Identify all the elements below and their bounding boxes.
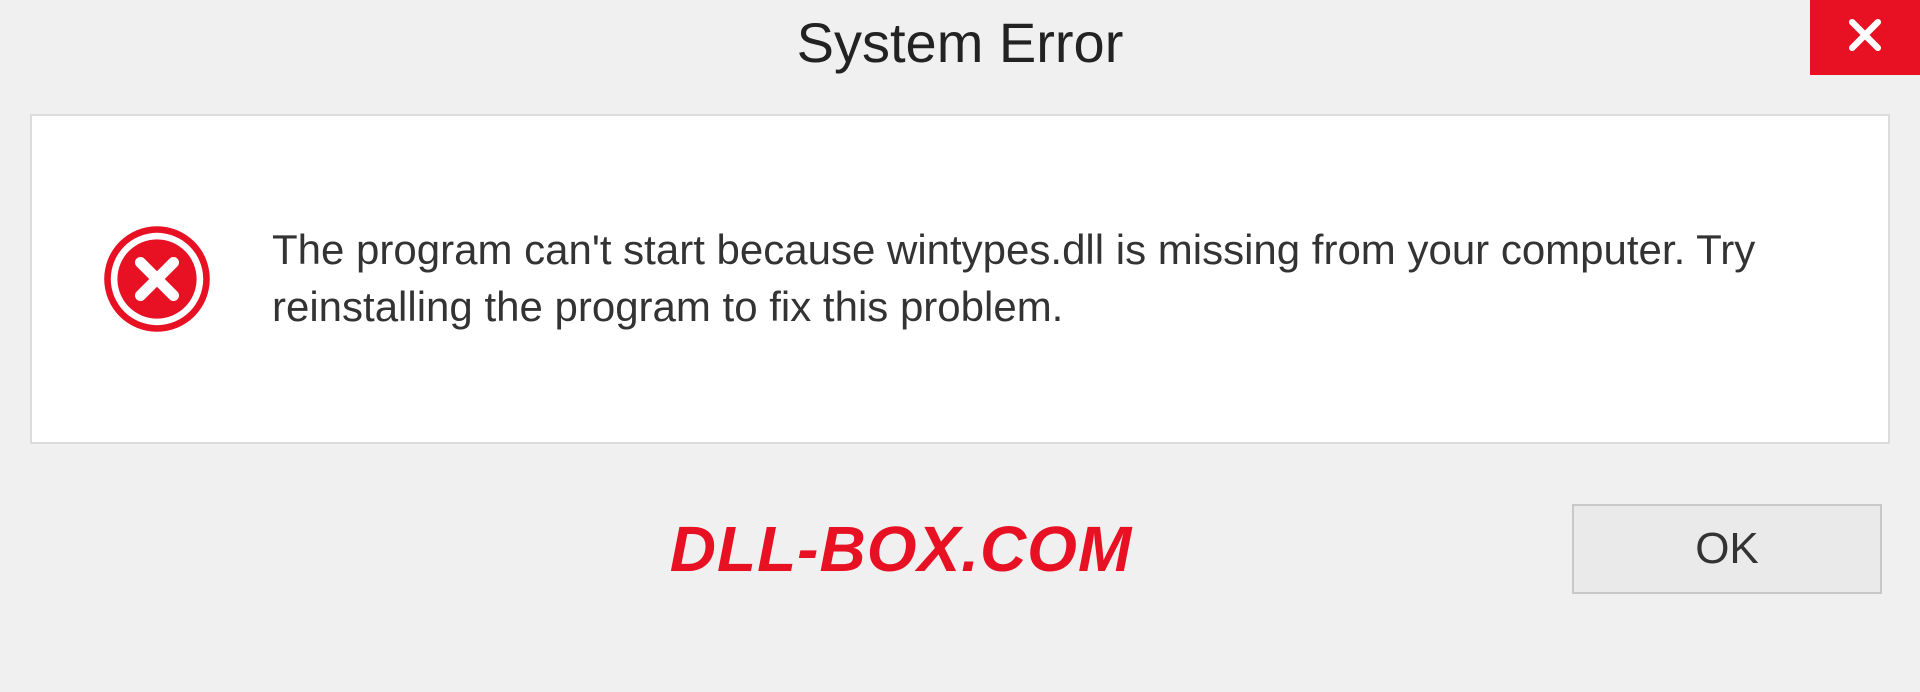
watermark-text: DLL-BOX.COM	[670, 512, 1133, 586]
ok-button-label: OK	[1695, 524, 1759, 574]
ok-button[interactable]: OK	[1572, 504, 1882, 594]
close-button[interactable]	[1810, 0, 1920, 75]
close-icon	[1843, 13, 1887, 62]
error-dialog: System Error The program can't start bec…	[0, 0, 1920, 692]
dialog-title: System Error	[797, 10, 1124, 75]
footer-left: DLL-BOX.COM	[30, 512, 1572, 586]
dialog-footer: DLL-BOX.COM OK	[0, 484, 1920, 614]
dialog-body: The program can't start because wintypes…	[30, 114, 1890, 444]
error-icon	[102, 224, 212, 334]
error-message: The program can't start because wintypes…	[272, 222, 1838, 335]
dialog-header: System Error	[0, 0, 1920, 100]
